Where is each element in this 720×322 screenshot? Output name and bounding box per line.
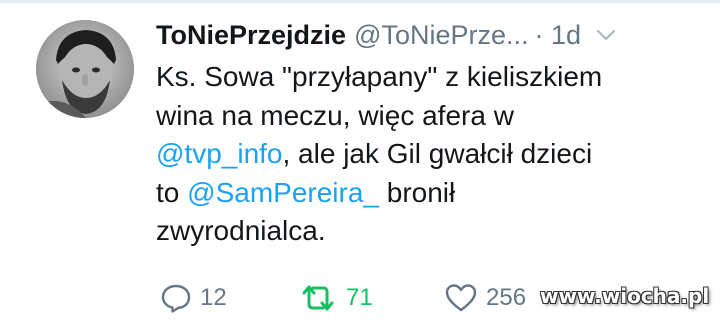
tweet-text-segment: to <box>156 176 188 208</box>
tweet-text-segment: bronił <box>378 176 456 208</box>
tweet-text-line: to @SamPereira_ bronił <box>156 174 716 213</box>
tweet-text: Ks. Sowa "przyłapany" z kieliszkiem wina … <box>156 58 716 251</box>
retweet-button[interactable]: 71 <box>298 280 373 316</box>
like-count: 256 <box>486 284 527 311</box>
reply-count: 12 <box>200 284 227 311</box>
display-name[interactable]: ToNiePrzejdzie <box>156 20 346 51</box>
tweet-header: ToNiePrzejdzie @ToNiePrze... · 1d <box>156 15 710 55</box>
retweet-count: 71 <box>346 284 373 311</box>
top-divider <box>0 0 720 3</box>
tweet-text-line: zwyrodnialca. <box>156 212 716 251</box>
tweet-text-segment: Ks. Sowa "przyłapany" z kieliszkiem <box>156 61 603 92</box>
retweet-icon <box>302 285 334 311</box>
tweet-text-segment: wina na meczu, więc afera w <box>156 99 514 131</box>
time-ago: 1d <box>551 19 582 50</box>
tweet-text-line: Ks. Sowa "przyłapany" z kieliszkiem <box>156 58 716 97</box>
tweet-text-line: @tvp_info, ale jak Gil gwałcił dzieci <box>156 135 716 174</box>
chevron-down-icon[interactable] <box>595 24 617 46</box>
reply-button[interactable]: 12 <box>160 280 227 316</box>
timestamp[interactable]: · 1d <box>535 20 582 51</box>
mention-link[interactable]: @SamPereira_ <box>187 177 379 208</box>
tweet-text-line: wina na meczu, więc afera w <box>156 97 716 136</box>
mention-link[interactable]: @tvp_info <box>156 138 283 169</box>
user-handle[interactable]: @ToNiePrze... <box>354 20 528 51</box>
watermark: www.wiocha.pl <box>540 284 710 308</box>
heart-icon <box>445 284 477 312</box>
tweet-text-segment: zwyrodnialca. <box>156 215 326 246</box>
like-button[interactable]: 256 <box>444 280 526 316</box>
avatar-photo <box>36 20 134 118</box>
avatar[interactable] <box>36 20 134 118</box>
separator-dot: · <box>534 19 544 50</box>
reply-icon <box>161 284 191 313</box>
tweet-text-segment: , ale jak Gil gwałcił dzieci <box>282 138 593 169</box>
